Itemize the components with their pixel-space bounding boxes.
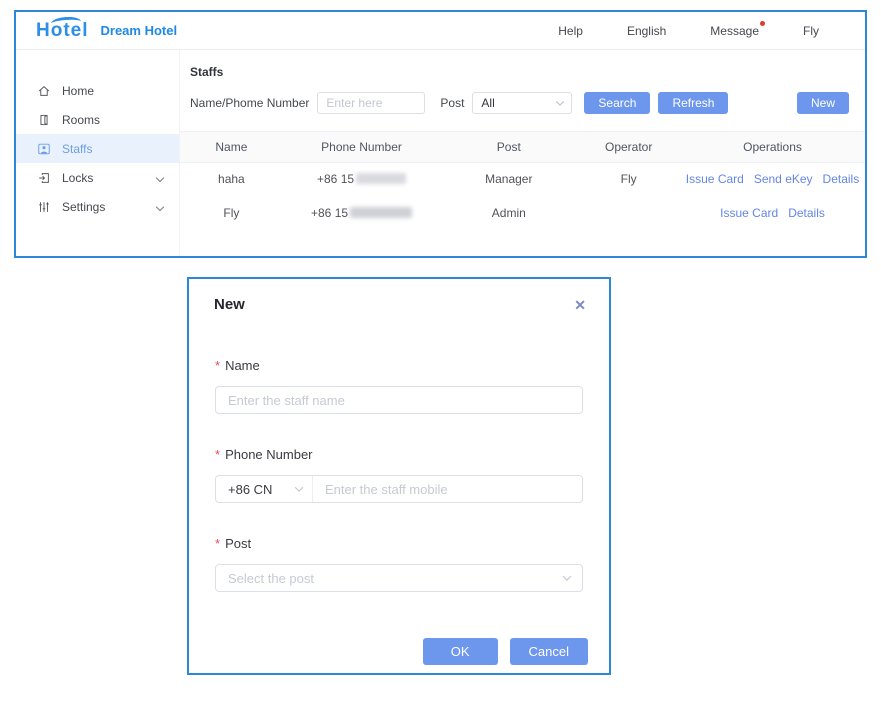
phone-prefix: +86 15: [317, 172, 355, 187]
sidebar-item-label: Locks: [62, 170, 94, 185]
chevron-down-icon: [294, 483, 304, 492]
sidebar-item-home[interactable]: Home: [16, 76, 179, 105]
phone-input-group: +86 CN: [215, 475, 583, 503]
door-icon: [40, 114, 48, 125]
post-select-placeholder: Select the post: [228, 570, 314, 586]
modal-header: New ✕: [189, 279, 609, 314]
country-code-select[interactable]: +86 CN: [216, 476, 313, 502]
new-staff-button[interactable]: New: [796, 92, 849, 114]
col-header-phone: Phone Number: [282, 132, 441, 163]
redacted-phone-digits: [350, 207, 413, 218]
details-link[interactable]: Details: [823, 172, 860, 186]
cell-operator: Fly: [620, 172, 637, 187]
staff-mobile-input[interactable]: [313, 476, 582, 502]
cell-post: Admin: [491, 206, 526, 220]
modal-footer: OK Cancel: [189, 592, 609, 665]
chevron-down-icon: [556, 97, 565, 106]
logo-swoosh-icon: [50, 15, 82, 29]
nav-message[interactable]: Message: [710, 20, 765, 38]
issue-card-link[interactable]: Issue Card: [720, 206, 778, 220]
home-icon: [38, 85, 50, 96]
staff-table: Name Phone Number Post Operator Operatio…: [180, 132, 865, 230]
post-filter-select[interactable]: All: [472, 92, 573, 114]
country-code-value: +86 CN: [228, 481, 273, 497]
cell-operations: Issue Card Send eKey Details: [680, 162, 865, 196]
sidebar: Home Rooms Staffs Locks Settings: [16, 50, 180, 256]
nav-language[interactable]: English: [627, 24, 666, 38]
details-link[interactable]: Details: [788, 206, 825, 220]
chevron-down-icon[interactable]: [155, 173, 165, 183]
send-ekey-link[interactable]: Send eKey: [754, 172, 813, 186]
new-staff-modal: New ✕ * Name * Phone Number +86 CN * Post: [187, 277, 611, 675]
sidebar-item-settings[interactable]: Settings: [16, 192, 179, 221]
hotel-logo: Hotel: [36, 15, 89, 42]
redacted-phone-digits: [356, 173, 407, 185]
settings-icon: [39, 201, 49, 212]
issue-card-link[interactable]: Issue Card: [686, 172, 744, 186]
required-marker: *: [215, 447, 221, 462]
post-filter-label: Post: [440, 96, 465, 110]
table-row: Fly +86 15 Admin Issue Card Details: [180, 196, 865, 230]
nav-message-label: Message: [710, 23, 759, 38]
cell-operations: Issue Card Details: [680, 196, 865, 230]
col-header-post: Post: [440, 132, 578, 163]
name-field-label: * Name: [215, 358, 583, 373]
modal-body: * Name * Phone Number +86 CN * Post Select …: [189, 358, 609, 592]
post-field-label: * Post: [215, 536, 583, 551]
lock-icon: [39, 172, 49, 183]
cell-operator: [577, 196, 680, 230]
refresh-button[interactable]: Refresh: [658, 92, 729, 114]
window-header: Hotel Dream Hotel Help English Message F…: [16, 12, 865, 50]
col-header-operator: Operator: [577, 132, 681, 163]
brand-name: Dream Hotel: [100, 23, 178, 38]
nav-help[interactable]: Help: [558, 24, 583, 38]
page: Hotel Dream Hotel Help English Message F…: [0, 0, 881, 714]
page-title: Staffs: [190, 65, 224, 79]
sidebar-item-label: Rooms: [62, 112, 101, 127]
sidebar-item-label: Home: [62, 83, 95, 98]
search-button[interactable]: Search: [584, 92, 651, 114]
sidebar-item-label: Staffs: [62, 141, 93, 156]
main-content: Staffs Name/Phome Number Post All Search…: [180, 50, 865, 256]
post-select[interactable]: Select the post: [215, 564, 583, 592]
nav-user[interactable]: Fly: [803, 24, 819, 38]
table-header-row: Name Phone Number Post Operator Operatio…: [180, 132, 865, 163]
ok-button[interactable]: OK: [422, 638, 498, 665]
name-label-text: Name: [225, 358, 260, 373]
chevron-down-icon: [562, 572, 572, 581]
modal-title: New: [214, 296, 245, 313]
name-filter-input[interactable]: [317, 92, 426, 114]
name-filter-label: Name/Phome Number: [190, 96, 310, 110]
cell-phone: +86 15: [283, 196, 441, 230]
table-row: haha +86 15 Manager Fly Issue Card Send e…: [180, 162, 865, 196]
chevron-down-icon[interactable]: [155, 202, 165, 212]
required-marker: *: [215, 536, 221, 551]
sidebar-item-rooms[interactable]: Rooms: [16, 105, 179, 134]
required-marker: *: [215, 358, 221, 373]
phone-prefix: +86 15: [311, 206, 349, 220]
col-header-operations: Operations: [680, 132, 865, 163]
staff-name-input[interactable]: [215, 386, 583, 414]
cell-name: Fly: [223, 206, 240, 220]
message-badge-dot: [760, 20, 765, 26]
post-label-text: Post: [225, 536, 252, 551]
filter-bar: Name/Phome Number Post All Search Refres…: [190, 92, 865, 114]
cell-phone: +86 15: [283, 162, 441, 196]
sidebar-item-locks[interactable]: Locks: [16, 163, 179, 192]
staff-icon: [38, 143, 50, 154]
col-header-name: Name: [180, 132, 283, 163]
window-body: Home Rooms Staffs Locks Settings Staffs …: [16, 50, 865, 256]
post-filter-value: All: [481, 96, 495, 110]
cancel-button[interactable]: Cancel: [509, 638, 588, 665]
app-window: Hotel Dream Hotel Help English Message F…: [14, 10, 867, 258]
top-nav: Help English Message Fly: [558, 20, 865, 38]
sidebar-item-staffs[interactable]: Staffs: [16, 134, 179, 163]
close-icon[interactable]: ✕: [572, 296, 588, 314]
phone-label-text: Phone Number: [225, 447, 313, 462]
cell-name: haha: [218, 172, 245, 187]
cell-post: Manager: [485, 172, 533, 187]
sidebar-item-label: Settings: [62, 199, 106, 214]
phone-field-label: * Phone Number: [215, 447, 583, 462]
